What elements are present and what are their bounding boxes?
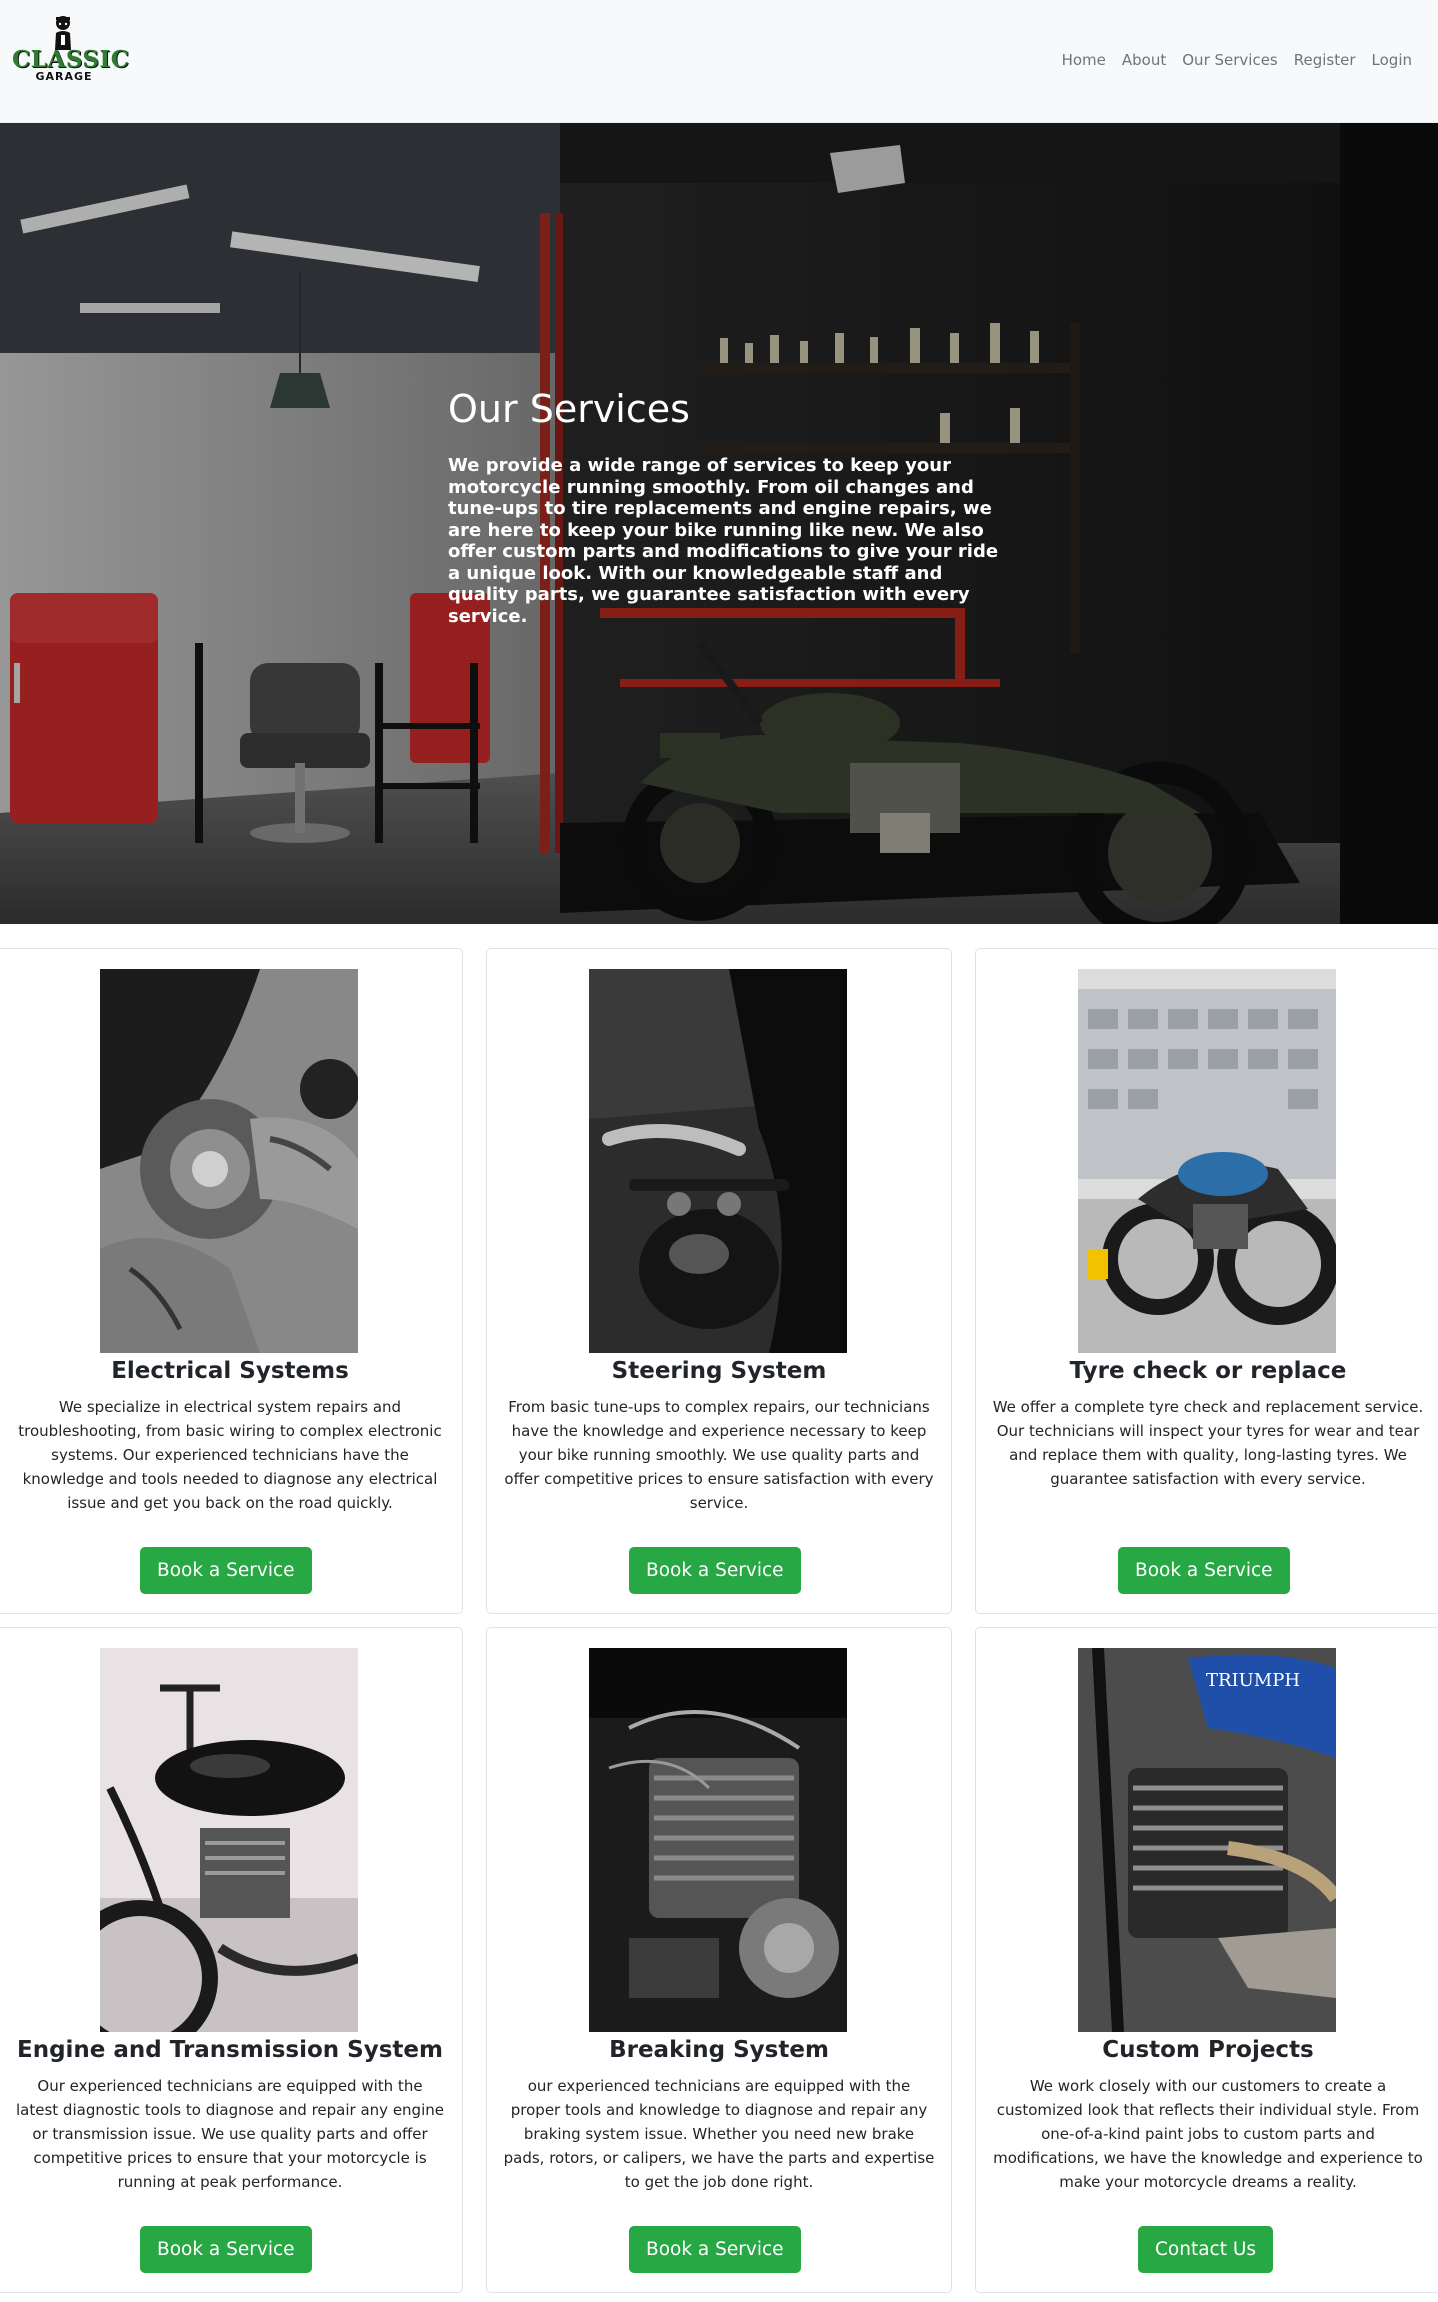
service-description: Our experienced technicians are equipped… — [16, 2077, 444, 2191]
nav-menu: Home About Our Services Register Login — [1054, 48, 1420, 72]
service-image-custom: TRIUMPH — [1078, 1648, 1336, 2032]
service-title: Steering System — [611, 1358, 827, 1384]
service-image-braking — [589, 1648, 847, 2032]
book-service-button[interactable]: Book a Service — [629, 1547, 801, 1594]
nav-home-link[interactable]: Home — [1054, 48, 1114, 72]
service-image-electrical — [100, 969, 358, 1353]
service-card-steering: Steering System From basic tune-ups to c… — [486, 948, 952, 1614]
nav-services-link[interactable]: Our Services — [1174, 48, 1286, 72]
service-image-steering — [589, 969, 847, 1353]
service-title: Electrical Systems — [111, 1358, 349, 1384]
nav-login-link[interactable]: Login — [1364, 48, 1420, 72]
service-image-tyre — [1078, 969, 1336, 1353]
nav-register-link[interactable]: Register — [1286, 48, 1364, 72]
book-service-button[interactable]: Book a Service — [629, 2226, 801, 2273]
service-description: From basic tune-ups to complex repairs, … — [504, 1398, 934, 1512]
service-title: Custom Projects — [1102, 2037, 1314, 2063]
service-description: We work closely with our customers to cr… — [993, 2077, 1423, 2191]
hero-title: Our Services — [448, 387, 690, 431]
book-service-button[interactable]: Book a Service — [140, 1547, 312, 1594]
nav-about-link[interactable]: About — [1114, 48, 1174, 72]
service-title: Tyre check or replace — [1069, 1358, 1347, 1384]
service-card-braking: Breaking System our experienced technici… — [486, 1627, 952, 2293]
service-card-engine: Engine and Transmission System Our exper… — [0, 1627, 463, 2293]
mechanic-mascot-icon — [55, 16, 71, 50]
navbar: CLASSIC GARAGE Home About Our Services R… — [0, 0, 1438, 123]
contact-us-button[interactable]: Contact Us — [1138, 2226, 1274, 2273]
service-card-custom: TRIUMPH Custom Projects We work closely … — [975, 1627, 1438, 2293]
service-description: We offer a complete tyre check and repla… — [992, 1398, 1424, 1488]
brand-sub: GARAGE — [35, 70, 93, 83]
book-service-button[interactable]: Book a Service — [140, 2226, 312, 2273]
service-title: Engine and Transmission System — [17, 2037, 443, 2063]
brand-logo[interactable]: CLASSIC GARAGE — [12, 14, 130, 84]
brand-name: CLASSIC — [12, 46, 130, 73]
hero-description: We provide a wide range of services to k… — [448, 455, 999, 627]
service-title: Breaking System — [609, 2037, 829, 2063]
hero-content: Our Services We provide a wide range of … — [448, 385, 1004, 627]
service-description: We specialize in electrical system repai… — [18, 1398, 442, 1512]
service-card-electrical: Electrical Systems We specialize in elec… — [0, 948, 463, 1614]
hero-banner: Our Services We provide a wide range of … — [0, 123, 1438, 924]
service-description: our experienced technicians are equipped… — [503, 2077, 935, 2191]
triumph-tank-logo: TRIUMPH — [1206, 1670, 1300, 1691]
service-image-engine — [100, 1648, 358, 2032]
service-card-tyre: Tyre check or replace We offer a complet… — [975, 948, 1438, 1614]
book-service-button[interactable]: Book a Service — [1118, 1547, 1290, 1594]
